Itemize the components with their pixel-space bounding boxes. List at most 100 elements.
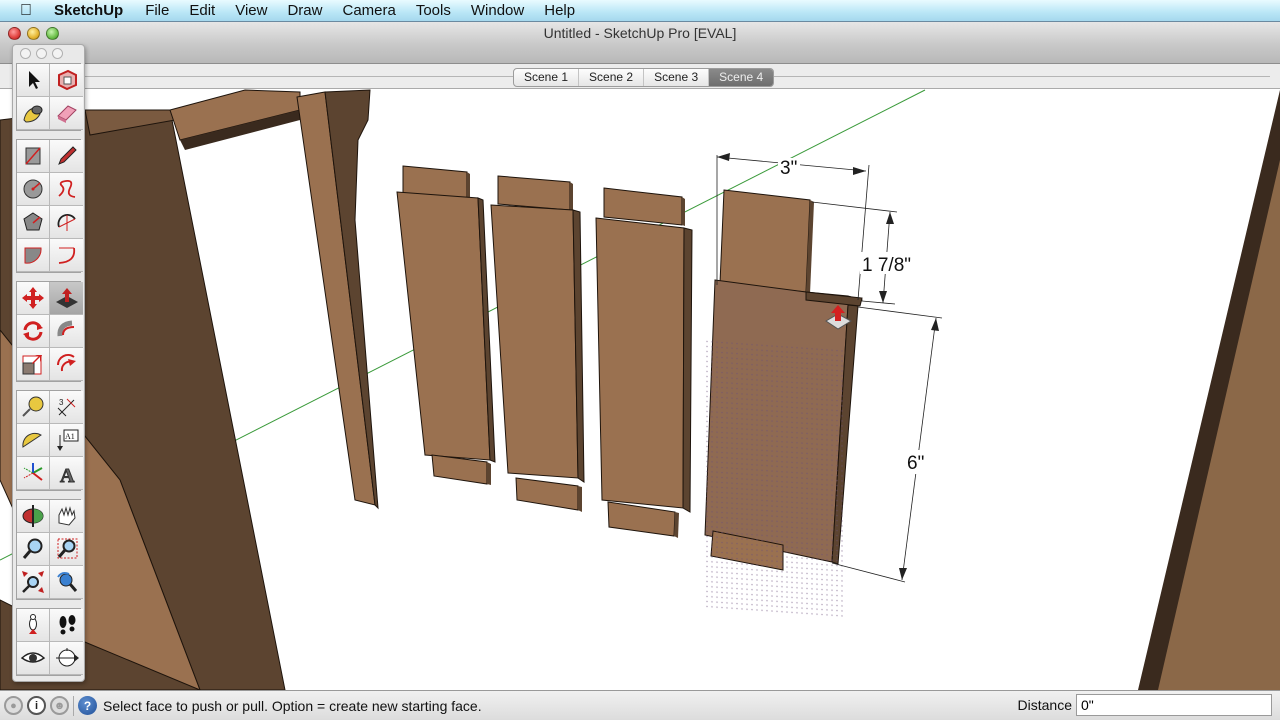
eye-icon bbox=[20, 652, 46, 663]
follow-me-icon bbox=[56, 320, 74, 337]
pie-icon bbox=[24, 247, 42, 264]
tab-scene-3[interactable]: Scene 3 bbox=[644, 69, 710, 86]
circle-tool[interactable] bbox=[17, 173, 50, 206]
offset-tool[interactable] bbox=[50, 348, 83, 381]
model-canvas[interactable]: 3" 1 7/8" 6" bbox=[0, 89, 1280, 690]
polygon-icon bbox=[23, 212, 43, 231]
palette-zoom-button[interactable] bbox=[52, 48, 63, 59]
menu-help[interactable]: Help bbox=[534, 2, 585, 19]
credits-icon[interactable]: i bbox=[27, 696, 46, 715]
section-plane-icon bbox=[55, 648, 79, 667]
3d-text-tool[interactable]: A bbox=[50, 457, 83, 490]
tape-measure-icon bbox=[22, 396, 44, 417]
protractor-tool[interactable] bbox=[17, 424, 50, 457]
menu-tools[interactable]: Tools bbox=[406, 2, 461, 19]
arc-tool[interactable] bbox=[50, 206, 83, 239]
dimension-icon: 3 bbox=[57, 398, 75, 417]
dimension-step-height-label: 1 7/8" bbox=[862, 255, 911, 276]
zoom-window-tool[interactable] bbox=[50, 533, 83, 566]
position-camera-tool[interactable] bbox=[17, 609, 50, 642]
text-label-icon: A1 bbox=[56, 429, 78, 451]
pie-tool[interactable] bbox=[17, 239, 50, 272]
two-point-arc-icon bbox=[58, 247, 75, 264]
slat-4-selected[interactable] bbox=[704, 189, 863, 620]
help-icon[interactable]: ? bbox=[78, 696, 97, 715]
orbit-tool[interactable] bbox=[17, 500, 50, 533]
walk-tool[interactable] bbox=[50, 609, 83, 642]
status-divider bbox=[73, 695, 74, 716]
freehand-icon bbox=[57, 179, 75, 198]
arrow-cursor-icon bbox=[29, 71, 40, 89]
tape-measure-tool[interactable] bbox=[17, 391, 50, 424]
position-camera-icon bbox=[29, 614, 37, 634]
palette-close-button[interactable] bbox=[20, 48, 31, 59]
select-tool[interactable] bbox=[17, 64, 50, 97]
rectangle-icon bbox=[25, 147, 41, 165]
dimension-tool[interactable]: 3 bbox=[50, 391, 83, 424]
apple-logo-icon[interactable]:  bbox=[0, 2, 52, 20]
previous-view-icon bbox=[56, 572, 77, 592]
measurements-input[interactable] bbox=[1076, 694, 1272, 716]
freehand-tool[interactable] bbox=[50, 173, 83, 206]
make-component-tool[interactable] bbox=[50, 64, 83, 97]
rectangle-tool[interactable] bbox=[17, 140, 50, 173]
slat-3[interactable] bbox=[595, 187, 693, 538]
section-plane-tool[interactable] bbox=[50, 642, 83, 675]
menu-camera[interactable]: Camera bbox=[332, 2, 405, 19]
two-point-arc-tool[interactable] bbox=[50, 239, 83, 272]
menu-bar:  SketchUp File Edit View Draw Camera To… bbox=[0, 0, 1280, 22]
rotate-icon bbox=[23, 321, 43, 341]
line-tool[interactable] bbox=[50, 140, 83, 173]
rotate-tool[interactable] bbox=[17, 315, 50, 348]
chair-right-leg[interactable] bbox=[1138, 90, 1280, 690]
large-tool-set-palette[interactable]: 3 A1 A bbox=[12, 44, 85, 682]
slat-1[interactable] bbox=[396, 165, 496, 485]
tab-scene-4[interactable]: Scene 4 bbox=[709, 69, 774, 86]
scale-tool[interactable] bbox=[17, 348, 50, 381]
palette-minimize-button[interactable] bbox=[36, 48, 47, 59]
zoom-tool[interactable] bbox=[17, 533, 50, 566]
zoom-window-icon bbox=[57, 538, 77, 559]
menu-app-name[interactable]: SketchUp bbox=[52, 2, 135, 19]
push-pull-icon bbox=[55, 288, 78, 308]
orbit-icon bbox=[22, 505, 44, 527]
eraser-icon bbox=[56, 105, 77, 123]
tool-group-drawing bbox=[16, 139, 83, 273]
follow-me-tool[interactable] bbox=[50, 315, 83, 348]
paint-bucket-icon bbox=[23, 105, 43, 123]
pan-tool[interactable] bbox=[50, 500, 83, 533]
look-around-tool[interactable] bbox=[17, 642, 50, 675]
selection-dot-pattern bbox=[706, 339, 846, 620]
measurements-label: Distance bbox=[1017, 697, 1072, 713]
chair-back-leg[interactable] bbox=[296, 89, 379, 510]
menu-edit[interactable]: Edit bbox=[179, 2, 225, 19]
menu-view[interactable]: View bbox=[225, 2, 277, 19]
push-pull-tool[interactable] bbox=[50, 282, 83, 315]
menu-draw[interactable]: Draw bbox=[277, 2, 332, 19]
axes-tool[interactable] bbox=[17, 457, 50, 490]
measurements-box: Distance bbox=[1018, 694, 1272, 716]
eraser-tool[interactable] bbox=[50, 97, 83, 130]
dimension-step-height[interactable]: 1 7/8" bbox=[811, 201, 914, 305]
polygon-tool[interactable] bbox=[17, 206, 50, 239]
user-account-icon[interactable]: ☻ bbox=[50, 696, 69, 715]
protractor-icon bbox=[22, 432, 42, 448]
text-tool[interactable]: A1 bbox=[50, 424, 83, 457]
magnifier-icon bbox=[22, 538, 43, 559]
footprints-icon bbox=[59, 615, 75, 635]
menu-window[interactable]: Window bbox=[461, 2, 534, 19]
tool-group-construction: 3 A1 A bbox=[16, 390, 83, 491]
move-tool[interactable] bbox=[17, 282, 50, 315]
menu-file[interactable]: File bbox=[135, 2, 179, 19]
drawing-viewport[interactable]: 3" 1 7/8" 6" bbox=[0, 89, 1280, 690]
slat-2[interactable] bbox=[490, 175, 585, 512]
previous-view-tool[interactable] bbox=[50, 566, 83, 599]
zoom-extents-tool[interactable] bbox=[17, 566, 50, 599]
geo-location-icon[interactable]: ● bbox=[4, 696, 23, 715]
tool-group-walkthrough bbox=[16, 608, 83, 676]
tab-scene-2[interactable]: Scene 2 bbox=[579, 69, 645, 86]
component-icon bbox=[57, 69, 77, 91]
tab-scene-1[interactable]: Scene 1 bbox=[514, 69, 580, 86]
paint-bucket-tool[interactable] bbox=[17, 97, 50, 130]
3d-text-glyph: A bbox=[60, 465, 75, 486]
